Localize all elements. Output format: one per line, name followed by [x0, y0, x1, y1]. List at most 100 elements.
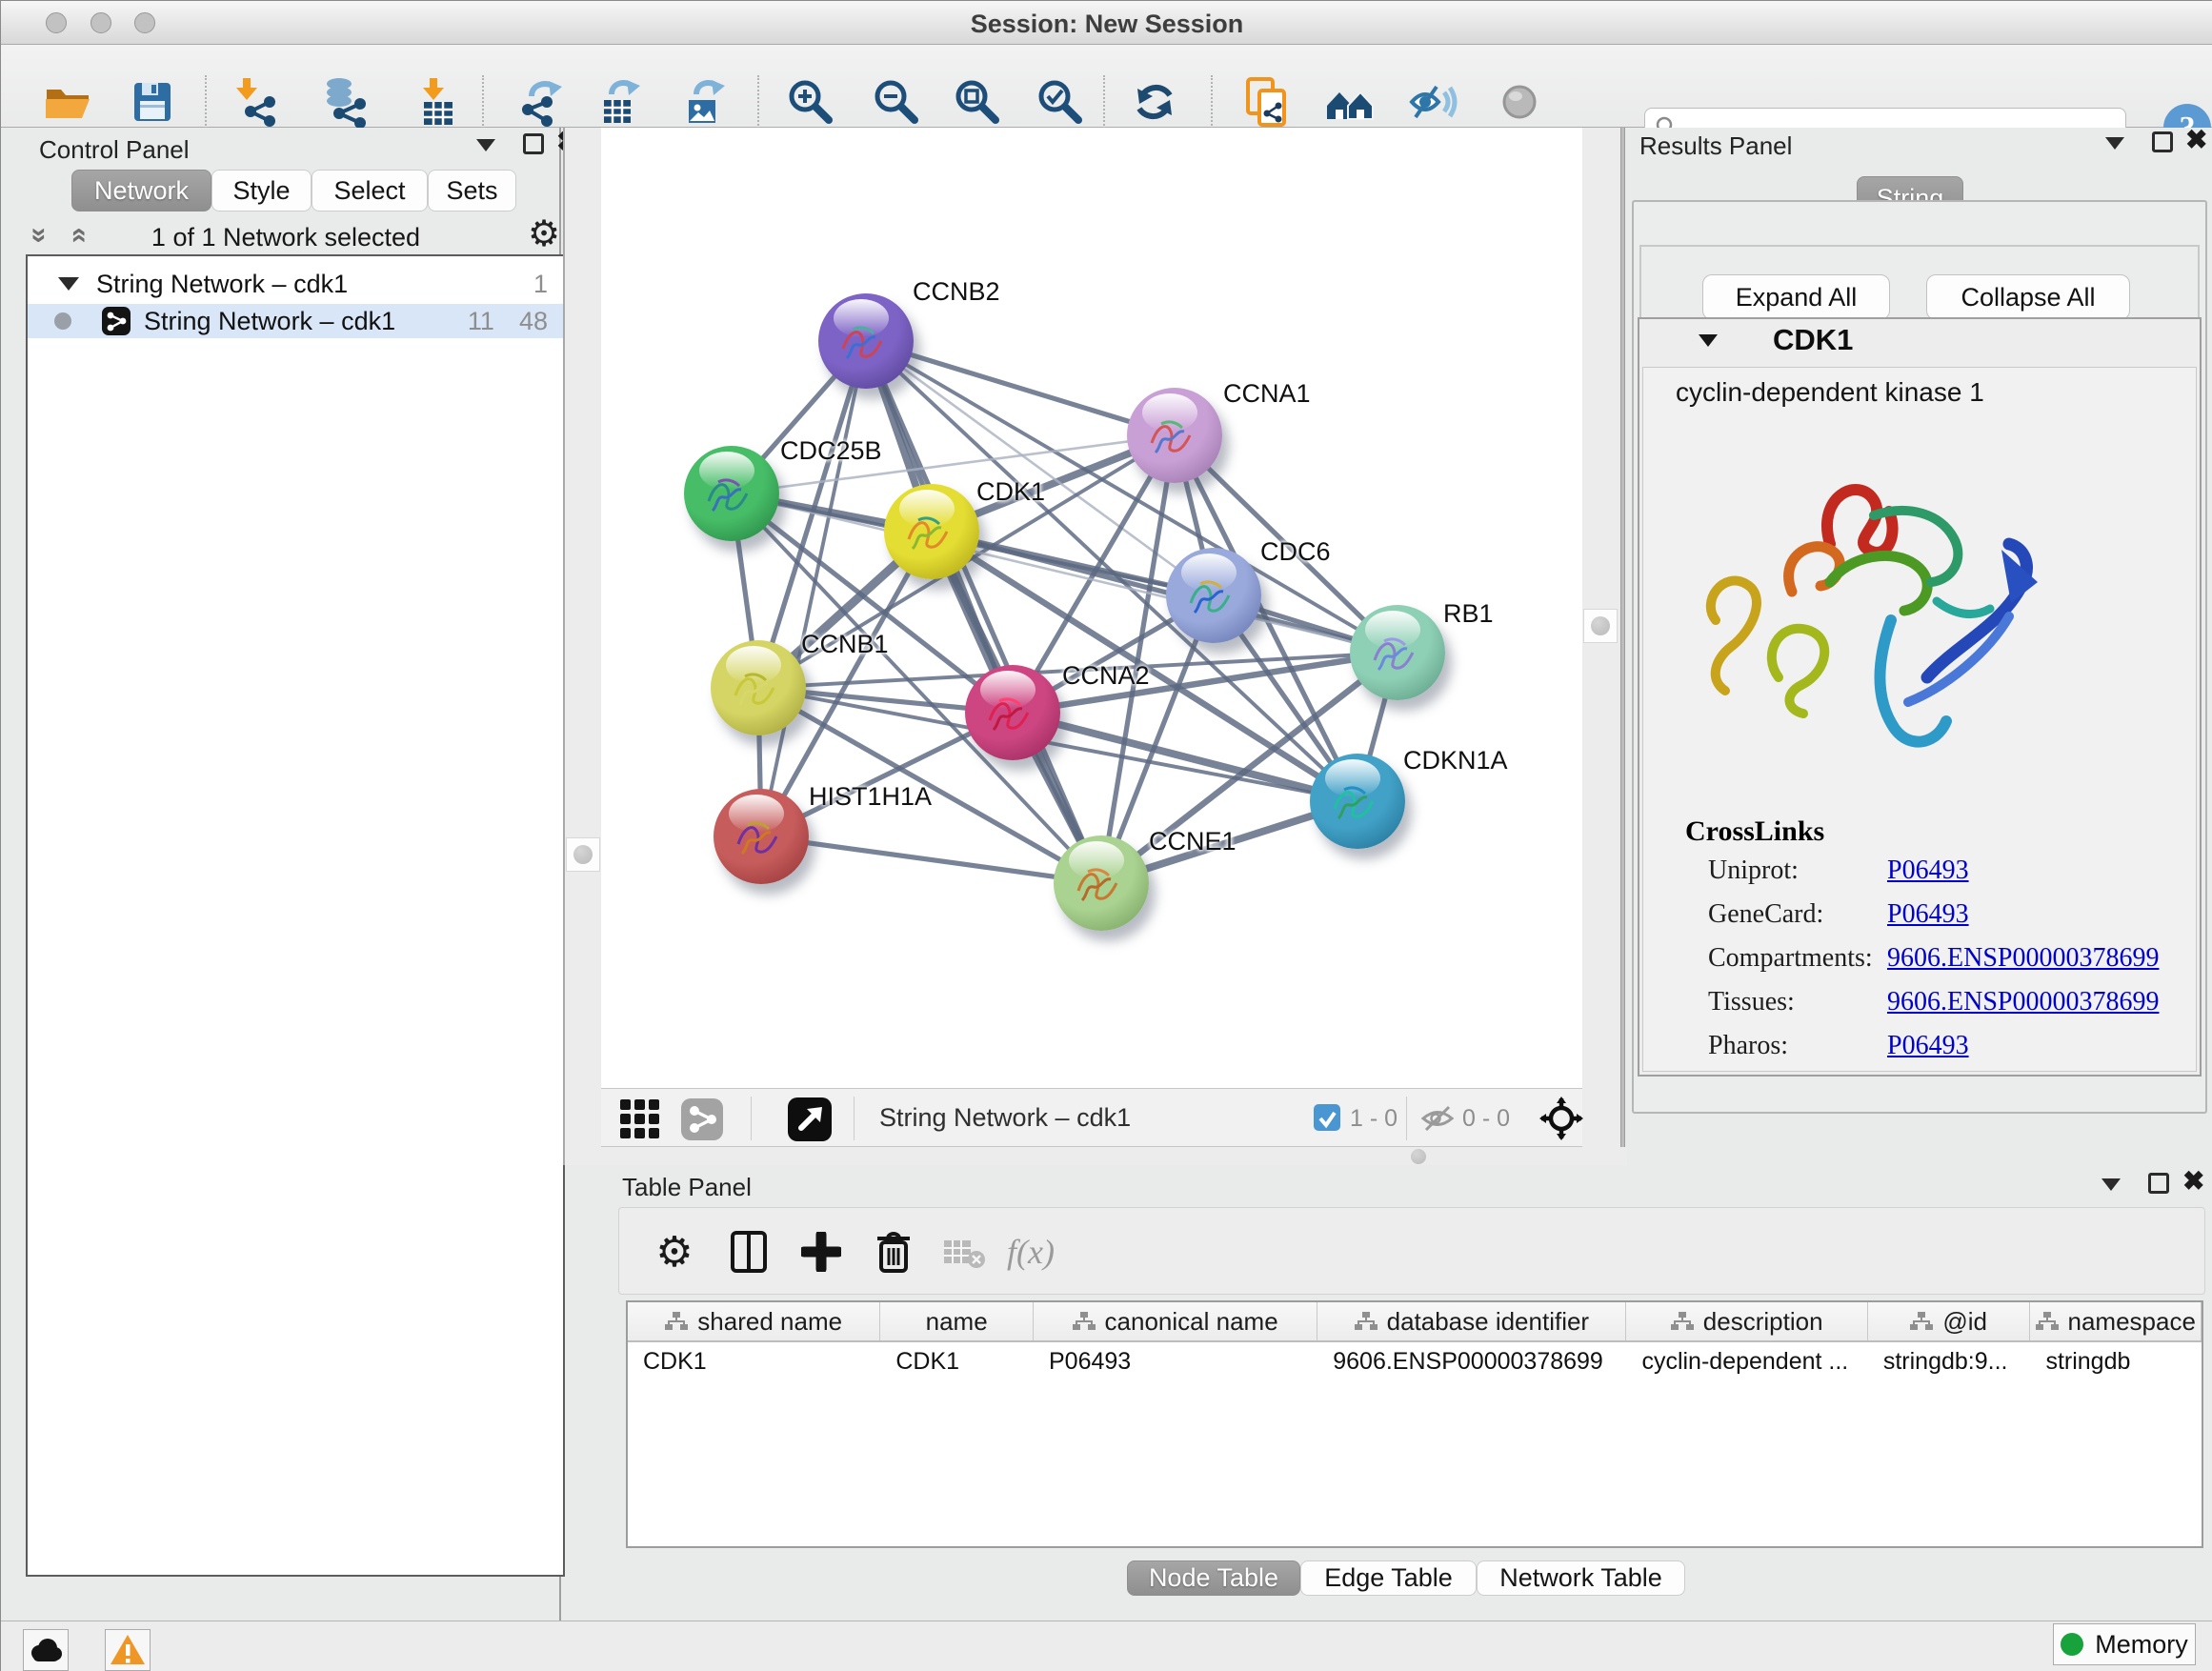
right-splitter-handle[interactable] [1583, 609, 1618, 643]
zoom-out-icon[interactable] [870, 73, 923, 131]
column-header-namespace[interactable]: namespace [2030, 1302, 2202, 1340]
export-image-icon[interactable] [677, 73, 731, 131]
home-icon[interactable] [1323, 73, 1377, 131]
delete-table-icon[interactable] [934, 1221, 995, 1282]
results-panel-close-icon[interactable]: ✖ [2185, 130, 2207, 151]
crosslink-value-link[interactable]: 9606.ENSP00000378699 [1887, 943, 2159, 974]
hide-graphics-details-icon[interactable] [1493, 73, 1546, 131]
column-header-name[interactable]: name [880, 1302, 1034, 1340]
column-header-database-identifier[interactable]: database identifier [1317, 1302, 1626, 1340]
node-attribute-table[interactable]: shared namenamecanonical namedatabase id… [626, 1300, 2203, 1548]
results-panel: Results Panel ✖ String Expand All Collap… [1627, 128, 2212, 1165]
table-cell[interactable]: stringdb:9... [1868, 1342, 2031, 1382]
crosslink-value-link[interactable]: 9606.ENSP00000378699 [1887, 987, 2159, 1017]
tab-style[interactable]: Style [211, 170, 312, 211]
open-session-icon[interactable] [41, 73, 94, 131]
zoom-fit-icon[interactable] [951, 73, 1004, 131]
apply-preferred-layout-icon[interactable] [1128, 73, 1181, 131]
zoom-in-icon[interactable] [784, 73, 837, 131]
network-node-cdc6[interactable] [1166, 548, 1261, 643]
tab-select[interactable]: Select [312, 170, 428, 211]
network-share-gray-icon[interactable] [681, 1098, 723, 1145]
column-type-icon [665, 1312, 688, 1331]
tab-network[interactable]: Network [71, 170, 211, 211]
table-cell[interactable]: stringdb [2030, 1342, 2202, 1382]
column-header-canonical-name[interactable]: canonical name [1034, 1302, 1317, 1340]
table-panel-float-icon[interactable] [2148, 1173, 2169, 1194]
new-network-from-selection-icon[interactable] [1240, 73, 1294, 131]
import-network-from-database-icon[interactable] [318, 73, 372, 131]
export-network-icon[interactable] [514, 73, 568, 131]
network-node-cdc25b[interactable] [684, 446, 779, 541]
right-splitter[interactable] [1582, 128, 1620, 1165]
column-header-shared-name[interactable]: shared name [628, 1302, 880, 1340]
node-section-collapse-icon[interactable] [1699, 334, 1718, 347]
network-node-ccnb2[interactable] [818, 293, 914, 389]
left-splitter[interactable] [563, 128, 601, 1165]
birdseye-view-icon[interactable] [788, 1097, 832, 1146]
network-edge[interactable] [761, 836, 1101, 883]
network-row-selected[interactable]: String Network – cdk1 11 48 [28, 304, 563, 338]
crosslink-label: GeneCard: [1708, 899, 1823, 930]
cloud-icon[interactable] [23, 1629, 69, 1671]
tab-sets[interactable]: Sets [428, 170, 516, 211]
results-panel-float-icon[interactable] [2152, 131, 2173, 152]
crosslink-value-link[interactable]: P06493 [1887, 899, 1969, 930]
protein-structure-thumbnail [731, 810, 792, 863]
warning-icon[interactable] [105, 1629, 151, 1671]
network-node-rb1[interactable] [1350, 605, 1445, 700]
create-column-icon[interactable] [791, 1221, 852, 1282]
selected-checkbox-icon[interactable] [1314, 1104, 1340, 1136]
collection-expand-icon[interactable] [58, 277, 79, 291]
show-columns-icon[interactable] [718, 1221, 779, 1282]
network-collection-row[interactable]: String Network – cdk1 1 [28, 267, 563, 301]
table-cell[interactable]: 9606.ENSP00000378699 [1317, 1342, 1626, 1382]
horizontal-splitter-handle[interactable] [1411, 1149, 1426, 1164]
tab-network-table[interactable]: Network Table [1477, 1560, 1685, 1596]
crosslink-value-link[interactable]: P06493 [1887, 856, 1969, 886]
toolbar-separator [482, 75, 484, 129]
control-panel-float-icon[interactable] [523, 133, 544, 154]
crosshair-icon[interactable] [1539, 1097, 1583, 1145]
network-node-hist1h1a[interactable] [714, 789, 809, 884]
crosslink-value-link[interactable]: P06493 [1887, 1031, 1969, 1061]
export-table-icon[interactable] [593, 73, 646, 131]
table-settings-gear-icon[interactable]: ⚙ [644, 1221, 705, 1282]
left-splitter-handle[interactable] [566, 837, 600, 872]
network-node-cdkn1a[interactable] [1310, 754, 1405, 849]
network-node-ccna1[interactable] [1127, 388, 1222, 483]
toolbar-separator [1103, 75, 1105, 129]
collapse-all-button[interactable]: Collapse All [1926, 274, 2130, 320]
network-node-ccna2[interactable] [965, 665, 1060, 760]
column-header-description[interactable]: description [1626, 1302, 1867, 1340]
import-network-from-file-icon[interactable] [230, 73, 283, 131]
table-panel-close-icon[interactable]: ✖ [2182, 1171, 2204, 1192]
results-panel-menu-icon[interactable] [2105, 137, 2124, 150]
tab-edge-table[interactable]: Edge Table [1300, 1560, 1477, 1596]
show-graphics-details-icon[interactable] [1406, 73, 1459, 131]
delete-columns-trash-icon[interactable] [863, 1221, 924, 1282]
save-session-icon[interactable] [126, 73, 179, 131]
network-node-cdk1[interactable] [884, 484, 979, 579]
function-builder-icon[interactable]: f(x) [1000, 1221, 1061, 1282]
column-header--id[interactable]: @id [1868, 1302, 2031, 1340]
network-options-gear-icon[interactable]: ⚙ [528, 217, 560, 252]
string-results-box: Expand All Collapse All CDK1 cyclin-depe… [1632, 200, 2207, 1114]
expand-all-button[interactable]: Expand All [1702, 274, 1890, 320]
table-data-row[interactable]: CDK1CDK1P064939606.ENSP00000378699cyclin… [628, 1342, 2202, 1382]
network-node-ccne1[interactable] [1054, 836, 1149, 931]
hidden-eye-icon[interactable] [1420, 1105, 1455, 1137]
memory-button[interactable]: Memory [2053, 1623, 2196, 1665]
table-cell[interactable]: CDK1 [880, 1342, 1034, 1382]
import-table-from-file-icon[interactable] [411, 73, 464, 131]
table-cell[interactable]: cyclin-dependent ... [1626, 1342, 1867, 1382]
table-cell[interactable]: P06493 [1034, 1342, 1317, 1382]
control-panel-menu-icon[interactable] [476, 139, 495, 151]
tab-node-table[interactable]: Node Table [1127, 1560, 1300, 1596]
zoom-selected-icon[interactable] [1034, 73, 1087, 131]
table-cell[interactable]: CDK1 [628, 1342, 880, 1382]
network-node-ccnb1[interactable] [711, 640, 806, 735]
grid-view-icon[interactable] [620, 1099, 660, 1144]
network-canvas[interactable]: CCNB2CCNA1CDC25BCDK1CDC6RB1CCNB1CCNA2CDK… [601, 128, 1582, 1088]
table-panel-menu-icon[interactable] [2101, 1178, 2121, 1191]
